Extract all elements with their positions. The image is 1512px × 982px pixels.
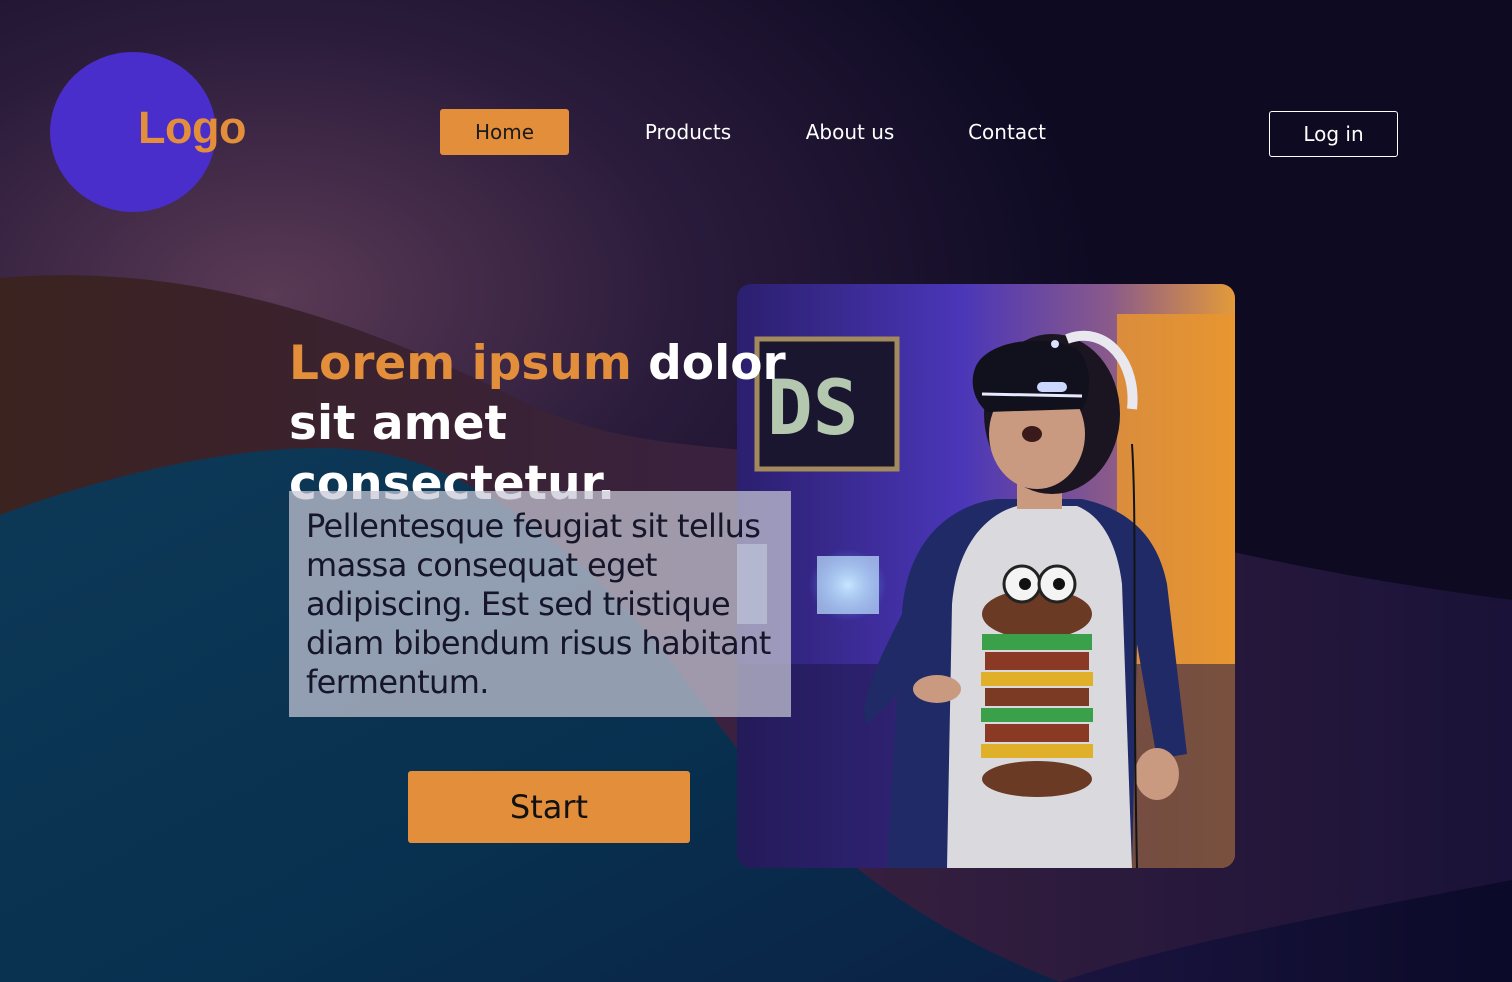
nav-home-button[interactable]: Home <box>440 109 569 155</box>
start-button[interactable]: Start <box>408 771 690 843</box>
nav-contact-link[interactable]: Contact <box>952 109 1062 155</box>
hero-image: DS <box>737 284 1235 868</box>
nav-products-link[interactable]: Products <box>628 109 748 155</box>
headline-accent: Lorem ipsum <box>289 336 632 391</box>
hero-description: Pellentesque feugiat sit tellus massa co… <box>306 507 771 701</box>
vr-player-illustration: DS <box>737 284 1235 868</box>
hero-headline: Lorem ipsum dolor sit amet consectetur. <box>289 334 809 514</box>
login-button[interactable]: Log in <box>1269 111 1398 157</box>
nav-about-link[interactable]: About us <box>790 109 910 155</box>
logo-text[interactable]: Logo <box>138 102 246 154</box>
description-box: Pellentesque feugiat sit tellus massa co… <box>289 491 791 717</box>
